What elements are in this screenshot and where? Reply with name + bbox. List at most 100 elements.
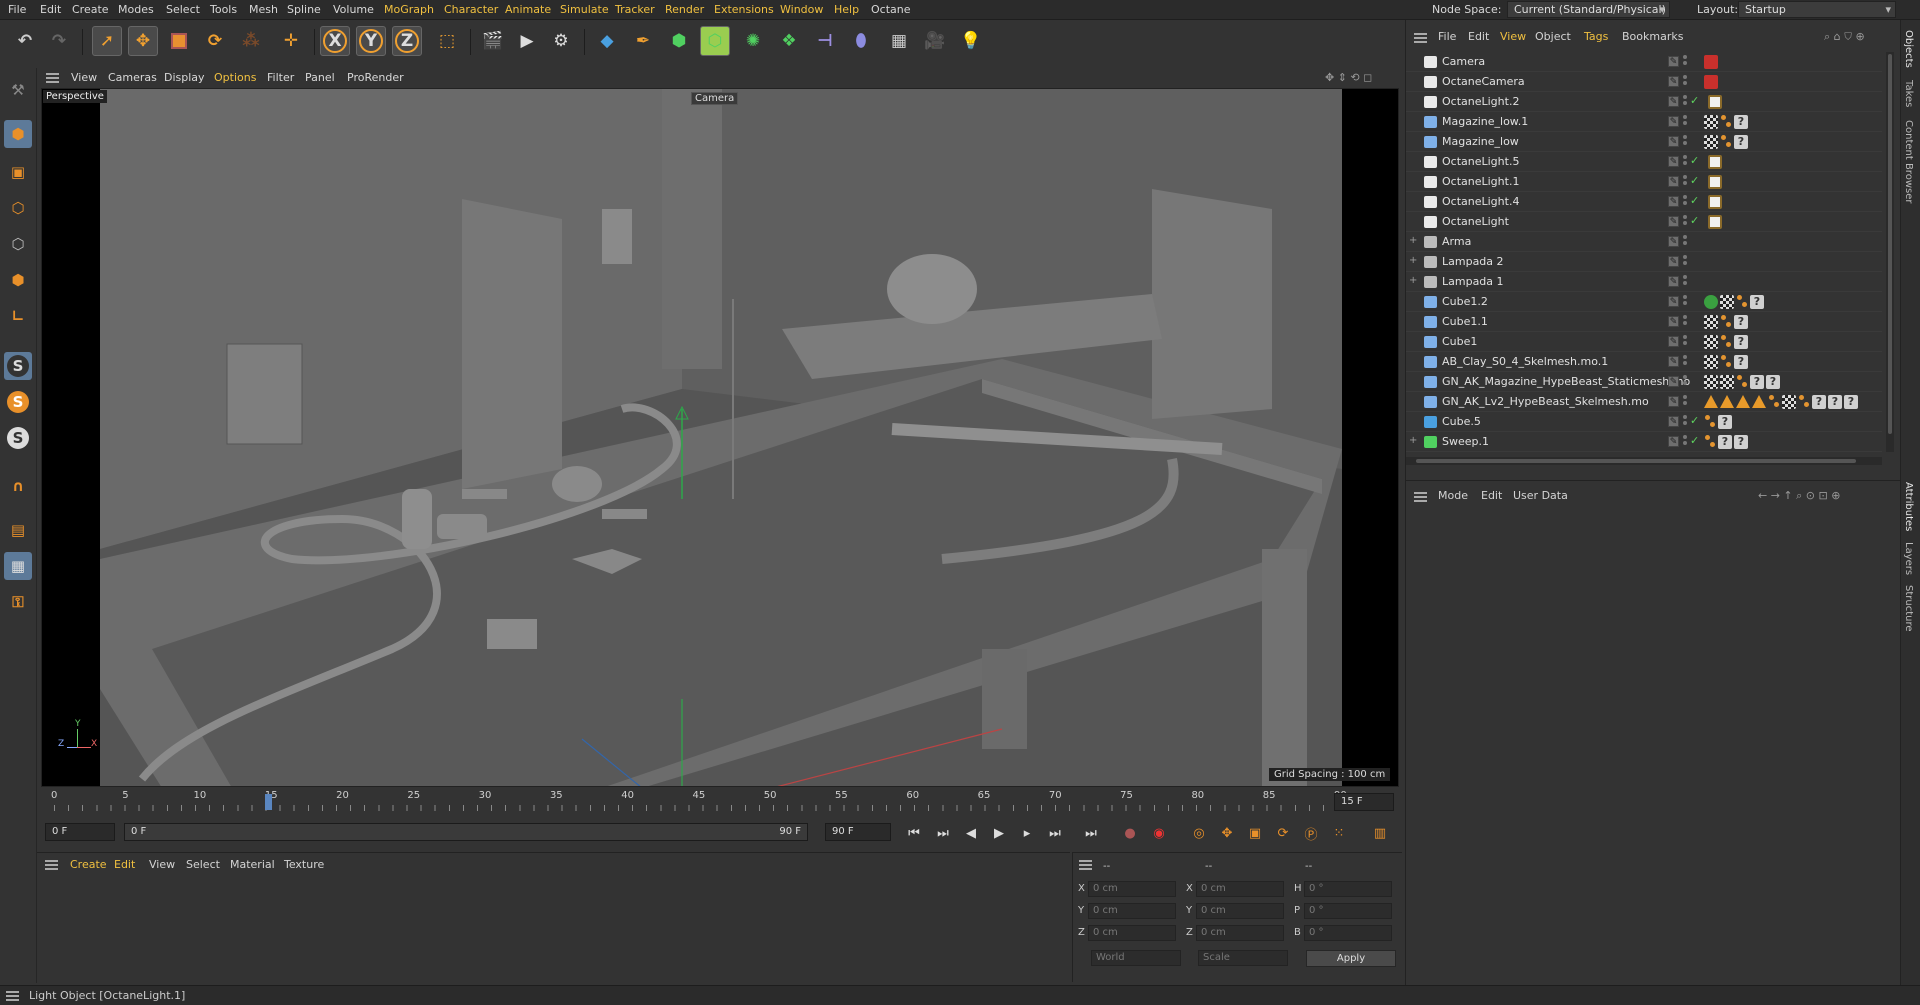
mograph-cloner-icon[interactable]: ✺: [738, 26, 768, 56]
lock-icon[interactable]: ⚿: [4, 588, 32, 616]
y-axis-icon[interactable]: Y: [356, 26, 386, 56]
menu-window[interactable]: Window: [780, 3, 823, 16]
object-name[interactable]: Cube.5: [1442, 415, 1481, 428]
rotation-p-field[interactable]: 0 °: [1304, 903, 1392, 919]
deformer-icon[interactable]: ⊣: [810, 26, 840, 56]
enabled-check-icon[interactable]: ✓: [1690, 414, 1699, 427]
object-name[interactable]: Lampada 2: [1442, 255, 1504, 268]
prev-key-icon[interactable]: ⏭: [931, 822, 955, 844]
enabled-check-icon[interactable]: ✓: [1690, 94, 1699, 107]
snap-settings-icon[interactable]: S: [4, 388, 32, 416]
object-menu-icon[interactable]: [1414, 33, 1427, 43]
visibility-dots-icon[interactable]: [1683, 375, 1688, 389]
point-mode-icon[interactable]: ⬡: [4, 194, 32, 222]
material-tag-icon[interactable]: [1782, 395, 1796, 409]
layer-toggle-icon[interactable]: ✎: [1668, 416, 1679, 427]
enabled-check-icon[interactable]: ✓: [1690, 214, 1699, 227]
camera-label[interactable]: Camera: [691, 92, 739, 105]
tab-content-browser[interactable]: Content Browser: [1903, 120, 1914, 203]
rotate-icon[interactable]: ⟳: [200, 26, 230, 56]
object-row[interactable]: Cube.5 ✎ ✓?: [1406, 412, 1882, 432]
unknown-tag-icon[interactable]: ?: [1750, 375, 1764, 389]
light-tag-icon[interactable]: [1708, 155, 1722, 169]
object-row[interactable]: + Lampada 2 ✎: [1406, 252, 1882, 272]
scale-select[interactable]: Scale: [1198, 950, 1288, 966]
object-row[interactable]: Cube1 ✎?: [1406, 332, 1882, 352]
layer-toggle-icon[interactable]: ✎: [1668, 196, 1679, 207]
light-tag-icon[interactable]: [1708, 195, 1722, 209]
object-row[interactable]: Cube1.2 ✎?: [1406, 292, 1882, 312]
visibility-dots-icon[interactable]: [1683, 355, 1688, 369]
object-name[interactable]: OctaneLight.1: [1442, 175, 1519, 188]
layer-toggle-icon[interactable]: ✎: [1668, 236, 1679, 247]
material-tag-icon[interactable]: [1704, 135, 1718, 149]
mat-menu-select[interactable]: Select: [186, 858, 220, 871]
position-y-field[interactable]: 0 cm: [1088, 903, 1176, 919]
obj-menu-view[interactable]: View: [1500, 30, 1526, 43]
expand-toggle-icon[interactable]: +: [1409, 435, 1417, 446]
object-name[interactable]: Cube1: [1442, 335, 1477, 348]
unknown-tag-icon[interactable]: ?: [1718, 435, 1732, 449]
octane-object-tag-icon[interactable]: [1798, 395, 1810, 409]
size-y-field[interactable]: 0 cm: [1196, 903, 1284, 919]
light-tag-icon[interactable]: [1708, 95, 1722, 109]
timeline-ruler[interactable]: 051015202530354045505560657075808590 15 …: [41, 790, 1399, 815]
next-key-icon[interactable]: ⏭: [1043, 822, 1067, 844]
object-row[interactable]: Magazine_low ✎?: [1406, 132, 1882, 152]
extrude-icon[interactable]: ⬡: [700, 26, 730, 56]
magnet-icon[interactable]: ∩: [4, 472, 32, 500]
object-name[interactable]: OctaneLight.5: [1442, 155, 1519, 168]
object-row[interactable]: Magazine_low.1 ✎?: [1406, 112, 1882, 132]
octane-object-tag-icon[interactable]: [1768, 395, 1780, 409]
obj-menu-edit[interactable]: Edit: [1468, 30, 1489, 43]
octane-object-tag-icon[interactable]: [1720, 355, 1732, 369]
menu-file[interactable]: File: [8, 3, 26, 16]
object-row[interactable]: AB_Clay_S0_4_Skelmesh.mo.1 ✎?: [1406, 352, 1882, 372]
unknown-tag-icon[interactable]: ?: [1718, 415, 1732, 429]
material-tag-icon[interactable]: [1704, 375, 1718, 389]
play-icon[interactable]: ▶: [987, 822, 1011, 844]
attr-menu-mode[interactable]: Mode: [1438, 489, 1468, 502]
material-tag-icon[interactable]: [1704, 335, 1718, 349]
attr-menu-edit[interactable]: Edit: [1481, 489, 1502, 502]
tab-layers[interactable]: Layers: [1903, 542, 1914, 575]
layer-toggle-icon[interactable]: ✎: [1668, 436, 1679, 447]
attribute-nav-icons[interactable]: ← → ↑ ⌕ ⊙ ⊡ ⊕: [1758, 489, 1840, 503]
workplane-icon[interactable]: S: [4, 424, 32, 452]
green-tag-icon[interactable]: [1704, 295, 1718, 309]
material-menu-icon[interactable]: [45, 860, 58, 870]
unknown-tag-icon[interactable]: ?: [1734, 135, 1748, 149]
warning-tag-icon[interactable]: [1752, 395, 1766, 408]
object-row[interactable]: + Sweep.1 ✎ ✓??: [1406, 432, 1882, 452]
enabled-check-icon[interactable]: ✓: [1690, 174, 1699, 187]
menu-create[interactable]: Create: [72, 3, 109, 16]
visibility-dots-icon[interactable]: [1683, 95, 1688, 109]
octane-object-tag-icon[interactable]: [1704, 435, 1716, 449]
object-row[interactable]: OctaneCamera ✎: [1406, 72, 1882, 92]
recent-tools-icon[interactable]: ⁂: [236, 26, 266, 56]
visibility-dots-icon[interactable]: [1683, 275, 1688, 289]
material-tag-icon[interactable]: [1704, 315, 1718, 329]
object-name[interactable]: Lampada 1: [1442, 275, 1504, 288]
rotation-h-field[interactable]: 0 °: [1304, 881, 1392, 897]
floor-icon[interactable]: ▦: [884, 26, 914, 56]
vp-menu-cameras[interactable]: Cameras: [108, 71, 157, 84]
layer-toggle-icon[interactable]: ✎: [1668, 116, 1679, 127]
expand-toggle-icon[interactable]: +: [1409, 275, 1417, 286]
keyframe-selection-icon[interactable]: ◎: [1187, 822, 1211, 844]
light-icon[interactable]: 💡: [956, 26, 986, 56]
end-frame-field[interactable]: 90 F: [825, 823, 891, 841]
unknown-tag-icon[interactable]: ?: [1812, 395, 1826, 409]
vp-menu-display[interactable]: Display: [164, 71, 205, 84]
move-icon[interactable]: ✥: [128, 26, 158, 56]
layer-icon[interactable]: ▦: [4, 552, 32, 580]
start-frame-field[interactable]: 0 F: [45, 823, 115, 841]
menu-spline[interactable]: Spline: [287, 3, 321, 16]
enabled-check-icon[interactable]: ✓: [1690, 154, 1699, 167]
undo-icon[interactable]: ↶: [10, 26, 40, 56]
menu-mesh[interactable]: Mesh: [249, 3, 278, 16]
key-param-icon[interactable]: Ⓟ: [1299, 822, 1323, 844]
unknown-tag-icon[interactable]: ?: [1828, 395, 1842, 409]
render-settings-icon[interactable]: ⚙: [546, 26, 576, 56]
attr-menu-user-data[interactable]: User Data: [1513, 489, 1568, 502]
